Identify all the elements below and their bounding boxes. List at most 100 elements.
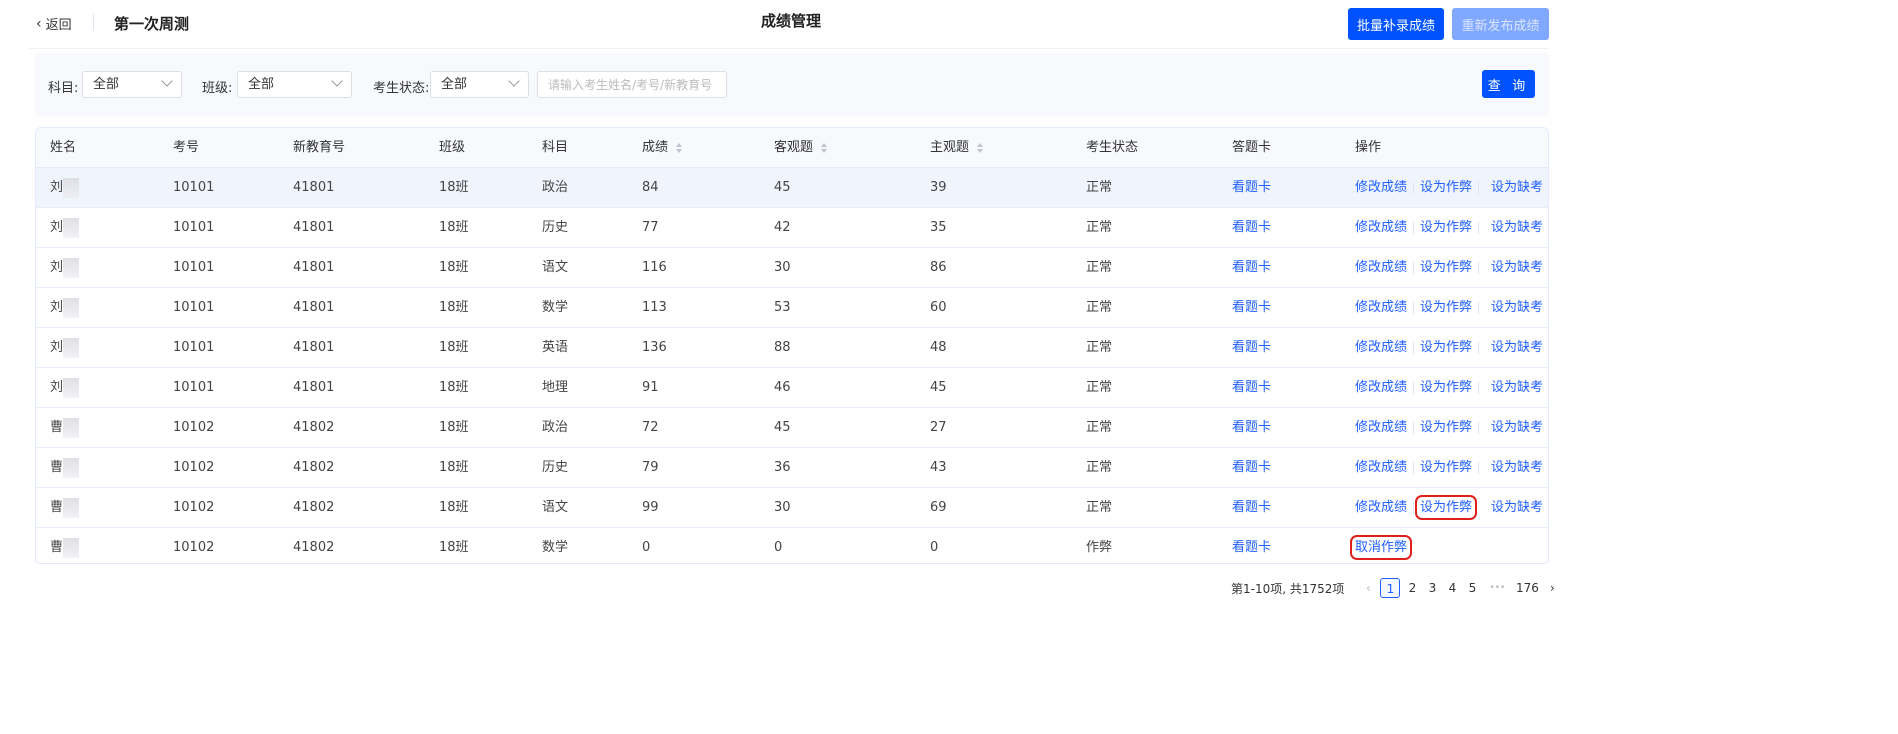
mark-absent-link[interactable]: 设为缺考 (1491, 260, 1543, 275)
view-card-link[interactable]: 看题卡 (1232, 408, 1271, 447)
table-row: 曹 10102 41802 18班 历史 79 36 43 正常 看题卡 修改成绩 设为作弊 设为缺考 (36, 448, 1548, 488)
column-header: 班级 (439, 128, 465, 167)
cell-subj: 语文 (542, 500, 569, 515)
cell-subj: 政治 (542, 420, 569, 435)
column-header[interactable]: 客观题 (774, 128, 828, 167)
view-card-link[interactable]: 看题卡 (1232, 528, 1271, 563)
query-button[interactable]: 查 询 (1482, 70, 1535, 98)
divider (1413, 421, 1415, 434)
cell-status: 正常 (1086, 220, 1113, 235)
score-table: 姓名 考号 新教育号 班级 科目 成绩 客观题 主观题 考生状态 答题卡 操作 刘 10101 4180… (35, 127, 1549, 564)
view-card-link[interactable]: 看题卡 (1232, 328, 1271, 367)
search-input[interactable] (537, 71, 727, 98)
column-header[interactable]: 主观题 (930, 128, 984, 167)
redacted-name (63, 377, 80, 398)
mark-absent-link[interactable]: 设为缺考 (1491, 420, 1543, 435)
divider (1478, 181, 1480, 194)
divider (1478, 301, 1480, 314)
mark-cheat-link[interactable]: 设为作弊 (1420, 300, 1472, 315)
mark-cheat-link[interactable]: 设为作弊 (1415, 495, 1478, 520)
cell-id: 10101 (173, 380, 215, 395)
prev-page-icon[interactable]: ‹ (1358, 578, 1378, 598)
mark-absent-link[interactable]: 设为缺考 (1491, 180, 1543, 195)
page-2[interactable]: 2 (1402, 578, 1422, 598)
cell-score: 136 (642, 340, 667, 355)
mark-cheat-link[interactable]: 设为作弊 (1420, 260, 1472, 275)
cancel-cheat-link[interactable]: 取消作弊 (1349, 535, 1413, 560)
mark-absent-link[interactable]: 设为缺考 (1491, 300, 1543, 315)
column-header[interactable]: 成绩 (642, 128, 683, 167)
column-header: 新教育号 (293, 128, 345, 167)
view-card-link[interactable]: 看题卡 (1232, 248, 1271, 287)
next-page-icon[interactable]: › (1542, 578, 1562, 598)
mark-cheat-link[interactable]: 设为作弊 (1420, 420, 1472, 435)
edit-score-link[interactable]: 修改成绩 (1355, 420, 1407, 435)
sort-icon[interactable] (821, 142, 828, 153)
student-name: 曹 (50, 528, 80, 563)
page-1[interactable]: 1 (1380, 578, 1401, 598)
name-text: 曹 (50, 540, 64, 555)
mark-absent-link[interactable]: 设为缺考 (1491, 380, 1543, 395)
mark-absent-link[interactable]: 设为缺考 (1491, 460, 1543, 475)
mark-cheat-link[interactable]: 设为作弊 (1420, 180, 1472, 195)
cell-cls: 18班 (439, 420, 469, 435)
cell-subj: 语文 (542, 260, 569, 275)
redacted-name (63, 217, 80, 238)
status-label: 考生状态: (373, 81, 430, 96)
class-select[interactable]: 全部 (237, 71, 352, 98)
divider (1478, 341, 1480, 354)
divider (1478, 421, 1480, 434)
sort-icon[interactable] (977, 142, 984, 153)
edit-score-link[interactable]: 修改成绩 (1355, 380, 1407, 395)
edit-score-link[interactable]: 修改成绩 (1355, 460, 1407, 475)
page-5[interactable]: 5 (1462, 578, 1482, 598)
cell-subj_score: 43 (930, 460, 947, 475)
batch-supplement-button[interactable]: 批量补录成绩 (1348, 8, 1444, 40)
column-header-label: 考号 (173, 140, 200, 155)
page-last[interactable]: 176 (1512, 578, 1542, 598)
row-actions: 修改成绩 设为作弊 设为缺考 (1355, 208, 1543, 247)
cell-edu: 41802 (293, 500, 335, 515)
more-pages-icon[interactable]: ••• (1482, 578, 1512, 598)
student-name: 刘 (50, 248, 80, 287)
student-name: 刘 (50, 328, 80, 367)
cell-obj: 36 (774, 460, 791, 475)
cell-id: 10101 (173, 340, 215, 355)
view-card-link[interactable]: 看题卡 (1232, 488, 1271, 527)
mark-absent-link[interactable]: 设为缺考 (1491, 500, 1543, 515)
mark-cheat-link[interactable]: 设为作弊 (1420, 340, 1472, 355)
view-card-link[interactable]: 看题卡 (1232, 448, 1271, 487)
page-3[interactable]: 3 (1422, 578, 1442, 598)
view-card-link[interactable]: 看题卡 (1232, 168, 1271, 207)
edit-score-link[interactable]: 修改成绩 (1355, 260, 1407, 275)
edit-score-link[interactable]: 修改成绩 (1355, 340, 1407, 355)
edit-score-link[interactable]: 修改成绩 (1355, 220, 1407, 235)
page-4[interactable]: 4 (1442, 578, 1462, 598)
view-card-link[interactable]: 看题卡 (1232, 288, 1271, 327)
cell-cls: 18班 (439, 380, 469, 395)
cell-cls: 18班 (439, 460, 469, 475)
column-header-label: 成绩 (642, 140, 669, 155)
student-name: 曹 (50, 448, 80, 487)
mark-cheat-link[interactable]: 设为作弊 (1420, 220, 1472, 235)
subject-select[interactable]: 全部 (82, 71, 182, 98)
header-divider (29, 48, 1549, 49)
view-card-link[interactable]: 看题卡 (1232, 208, 1271, 247)
mark-absent-link[interactable]: 设为缺考 (1491, 220, 1543, 235)
cell-id: 10101 (173, 180, 215, 195)
cell-obj: 0 (774, 540, 783, 555)
view-card-link[interactable]: 看题卡 (1232, 368, 1271, 407)
mark-cheat-link[interactable]: 设为作弊 (1420, 380, 1472, 395)
edit-score-link[interactable]: 修改成绩 (1355, 300, 1407, 315)
chevron-down-icon (508, 75, 520, 87)
sort-icon[interactable] (676, 142, 683, 153)
column-header: 答题卡 (1232, 128, 1271, 167)
mark-absent-link[interactable]: 设为缺考 (1491, 340, 1543, 355)
mark-cheat-link[interactable]: 设为作弊 (1420, 460, 1472, 475)
row-actions: 修改成绩 设为作弊 设为缺考 (1355, 408, 1543, 447)
edit-score-link[interactable]: 修改成绩 (1355, 500, 1407, 515)
status-select[interactable]: 全部 (430, 71, 529, 98)
republish-button[interactable]: 重新发布成绩 (1452, 8, 1549, 40)
cell-subj_score: 35 (930, 220, 947, 235)
edit-score-link[interactable]: 修改成绩 (1355, 180, 1407, 195)
